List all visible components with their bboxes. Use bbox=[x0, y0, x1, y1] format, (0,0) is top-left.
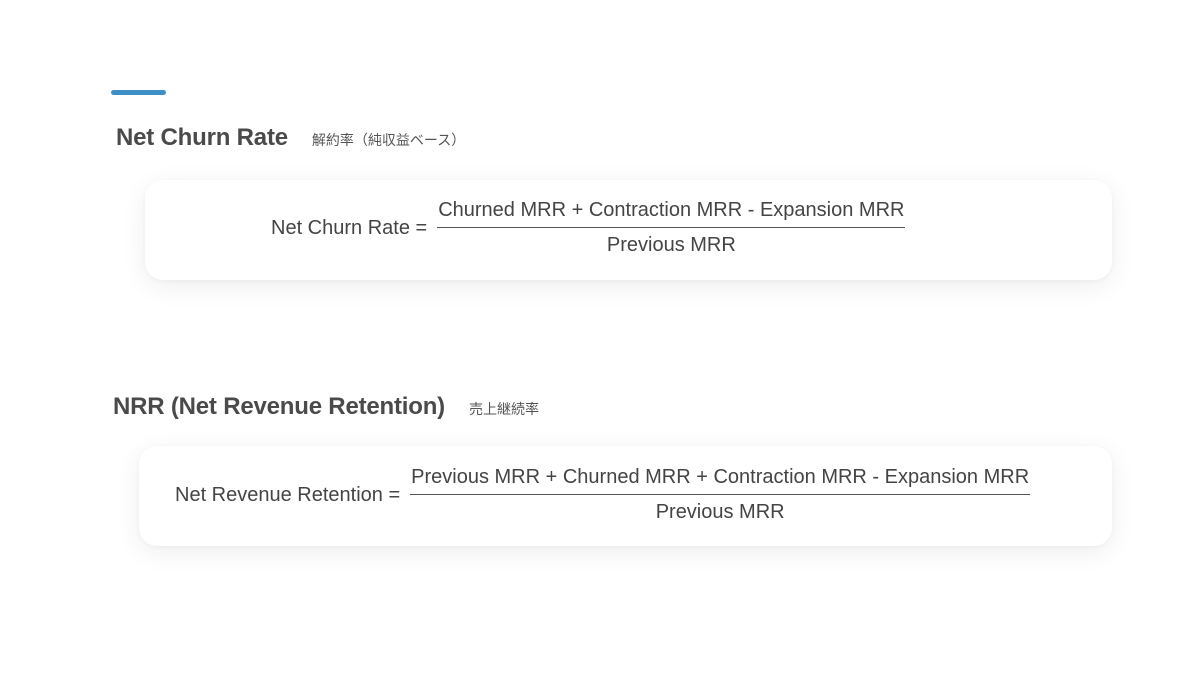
section-title: NRR (Net Revenue Retention) bbox=[113, 393, 445, 420]
formula-lhs: Net Revenue Retention = bbox=[175, 483, 401, 506]
section-title: Net Churn Rate bbox=[116, 124, 288, 151]
fraction-denominator: Previous MRR bbox=[606, 234, 736, 256]
formula-net-revenue-retention: Net Revenue Retention = Previous MRR + C… bbox=[175, 466, 1031, 524]
fraction-denominator: Previous MRR bbox=[655, 501, 785, 523]
section-heading-net-churn-rate: Net Churn Rate 解約率（純収益ベース） bbox=[116, 124, 465, 152]
formula-net-churn-rate: Net Churn Rate = Churned MRR + Contracti… bbox=[271, 199, 906, 257]
fraction: Previous MRR + Churned MRR + Contraction… bbox=[410, 466, 1031, 524]
accent-bar bbox=[111, 90, 166, 95]
fraction: Churned MRR + Contraction MRR - Expansio… bbox=[437, 199, 906, 257]
fraction-numerator: Previous MRR + Churned MRR + Contraction… bbox=[410, 466, 1031, 495]
section-subtitle: 売上継続率 bbox=[468, 402, 539, 418]
fraction-numerator: Churned MRR + Contraction MRR - Expansio… bbox=[437, 199, 906, 228]
formula-card-nrr: Net Revenue Retention = Previous MRR + C… bbox=[139, 446, 1112, 546]
section-subtitle: 解約率（純収益ベース） bbox=[311, 133, 466, 149]
formula-lhs: Net Churn Rate = bbox=[271, 216, 428, 239]
formula-card-net-churn-rate: Net Churn Rate = Churned MRR + Contracti… bbox=[145, 180, 1112, 280]
section-heading-nrr: NRR (Net Revenue Retention) 売上継続率 bbox=[113, 393, 539, 421]
